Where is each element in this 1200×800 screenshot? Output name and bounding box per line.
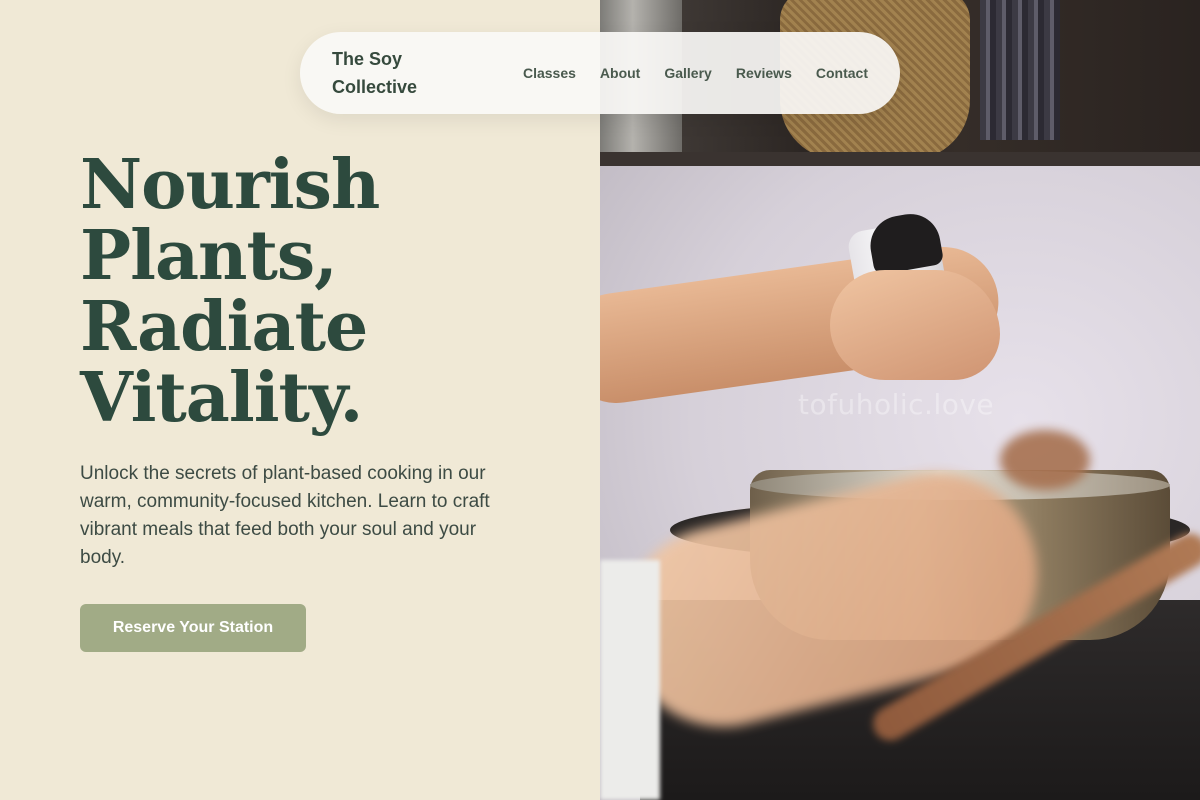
- photo-books: [980, 0, 1060, 140]
- hero-description: Unlock the secrets of plant-based cookin…: [80, 463, 490, 568]
- hero-heading-line1: Nourish: [80, 145, 380, 225]
- hero-photo: tofuholic.love: [600, 0, 1200, 800]
- photo-hand: [830, 270, 1000, 380]
- hero-heading-line2: Plants,: [80, 216, 338, 296]
- nav-links: Classes About Gallery Reviews Contact: [523, 65, 868, 81]
- nav-link-gallery[interactable]: Gallery: [664, 65, 711, 81]
- nav-link-reviews[interactable]: Reviews: [736, 65, 792, 81]
- photo-shelf-edge: [600, 152, 1200, 166]
- brand-name-line2: Collective: [332, 77, 418, 97]
- photo-watermark: tofuholic.love: [798, 388, 995, 421]
- top-navigation: The Soy Collective Classes About Gallery…: [300, 32, 900, 114]
- photo-spoon-head: [1000, 430, 1090, 490]
- photo-sleeve: [600, 560, 660, 800]
- hero-heading: Nourish Plants, Radiate Vitality.: [80, 150, 560, 434]
- brand-logo[interactable]: The Soy Collective: [332, 45, 442, 101]
- nav-link-contact[interactable]: Contact: [816, 65, 868, 81]
- nav-link-classes[interactable]: Classes: [523, 65, 576, 81]
- brand-name-line1: The Soy: [332, 49, 403, 69]
- hero-heading-line4: Vitality.: [80, 358, 363, 438]
- hero-heading-line3: Radiate: [80, 287, 368, 367]
- nav-link-about[interactable]: About: [600, 65, 640, 81]
- reserve-station-button[interactable]: Reserve Your Station: [80, 604, 306, 652]
